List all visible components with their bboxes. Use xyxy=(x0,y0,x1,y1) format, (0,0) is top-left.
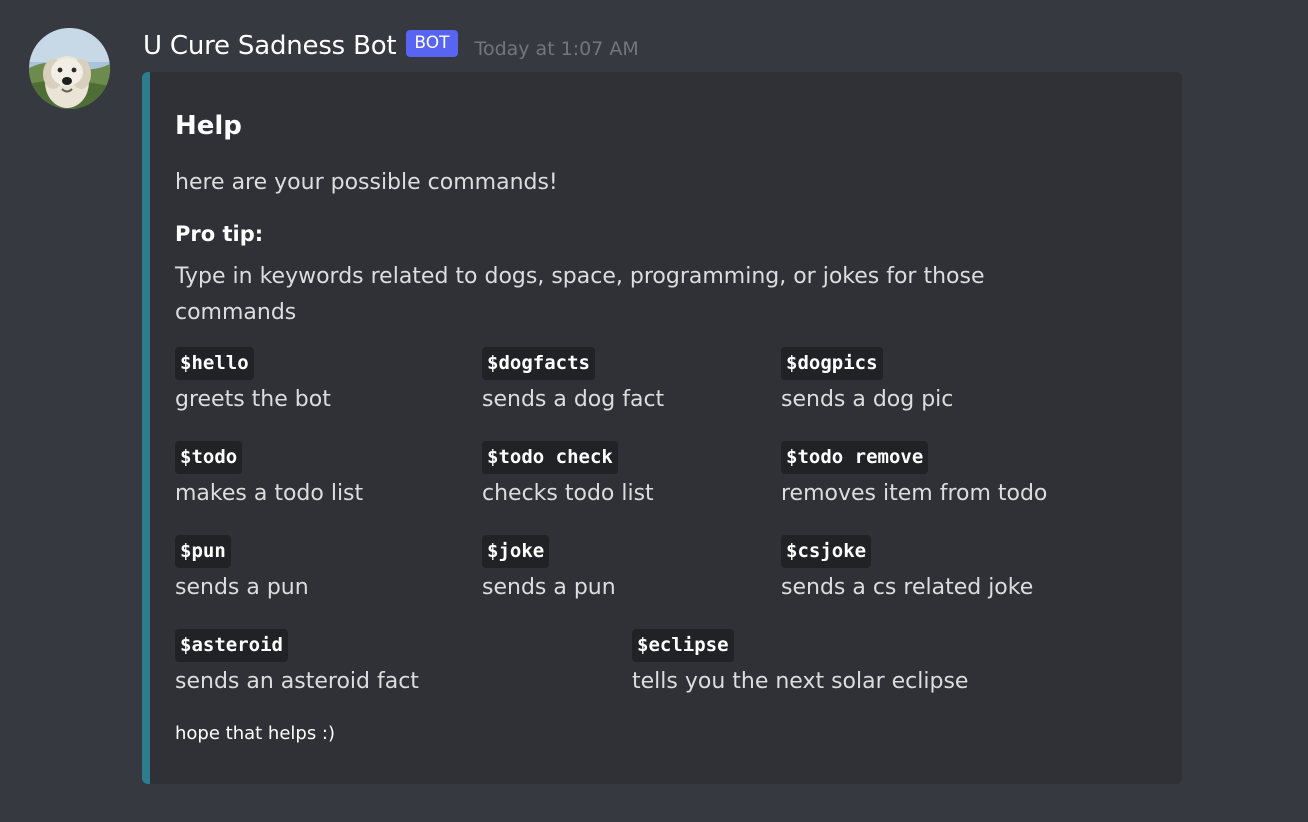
bot-avatar[interactable] xyxy=(29,28,110,109)
command-description: greets the bot xyxy=(175,387,331,412)
embed-title: Help xyxy=(175,111,242,141)
field-eclipse: $eclipse tells you the next solar eclips… xyxy=(632,629,968,697)
command-code: $eclipse xyxy=(632,629,734,662)
command-description: sends a cs related joke xyxy=(781,575,1034,600)
command-code: $csjoke xyxy=(781,535,872,568)
field-dogfacts: $dogfacts sends a dog fact xyxy=(482,347,664,415)
field-dogpics: $dogpics sends a dog pic xyxy=(781,347,953,415)
command-code: $todo xyxy=(175,441,243,474)
command-description: sends a dog pic xyxy=(781,387,954,412)
command-description: sends an asteroid fact xyxy=(175,669,419,694)
field-pun: $pun sends a pun xyxy=(175,535,309,603)
command-description: sends a pun xyxy=(175,575,309,600)
bot-tag: BOT xyxy=(406,29,458,57)
command-description: checks todo list xyxy=(482,481,654,506)
help-embed: Help here are your possible commands! Pr… xyxy=(142,72,1182,784)
pro-tip-title: Pro tip: xyxy=(175,222,264,246)
embed-description: here are your possible commands! xyxy=(175,170,558,195)
command-description: sends a dog fact xyxy=(482,387,665,412)
command-description: removes item from todo xyxy=(781,481,1048,506)
message-header: U Cure Sadness Bot BOT Today at 1:07 AM xyxy=(143,28,639,64)
command-description: tells you the next solar eclipse xyxy=(632,669,969,694)
command-code: $hello xyxy=(175,347,254,380)
command-code: $joke xyxy=(482,535,550,568)
field-todo: $todo makes a todo list xyxy=(175,441,363,509)
pro-tip-text: Type in keywords related to dogs, space,… xyxy=(175,264,985,325)
command-code: $dogpics xyxy=(781,347,883,380)
field-todo-check: $todo check checks todo list xyxy=(482,441,654,509)
command-code: $dogfacts xyxy=(482,347,595,380)
dog-avatar-icon xyxy=(29,28,110,109)
command-code: $todo remove xyxy=(781,441,929,474)
command-code: $pun xyxy=(175,535,231,568)
bot-message: U Cure Sadness Bot BOT Today at 1:07 AM … xyxy=(0,0,1308,822)
field-csjoke: $csjoke sends a cs related joke xyxy=(781,535,1033,603)
field-todo-remove: $todo remove removes item from todo xyxy=(781,441,1047,509)
embed-footer: hope that helps :) xyxy=(175,723,336,744)
command-code: $asteroid xyxy=(175,629,288,662)
timestamp[interactable]: Today at 1:07 AM xyxy=(475,38,639,60)
command-description: makes a todo list xyxy=(175,481,364,506)
command-description: sends a pun xyxy=(482,575,616,600)
command-code: $todo check xyxy=(482,441,618,474)
field-joke: $joke sends a pun xyxy=(482,535,616,603)
username[interactable]: U Cure Sadness Bot xyxy=(143,31,397,61)
field-asteroid: $asteroid sends an asteroid fact xyxy=(175,629,419,697)
field-hello: $hello greets the bot xyxy=(175,347,331,415)
